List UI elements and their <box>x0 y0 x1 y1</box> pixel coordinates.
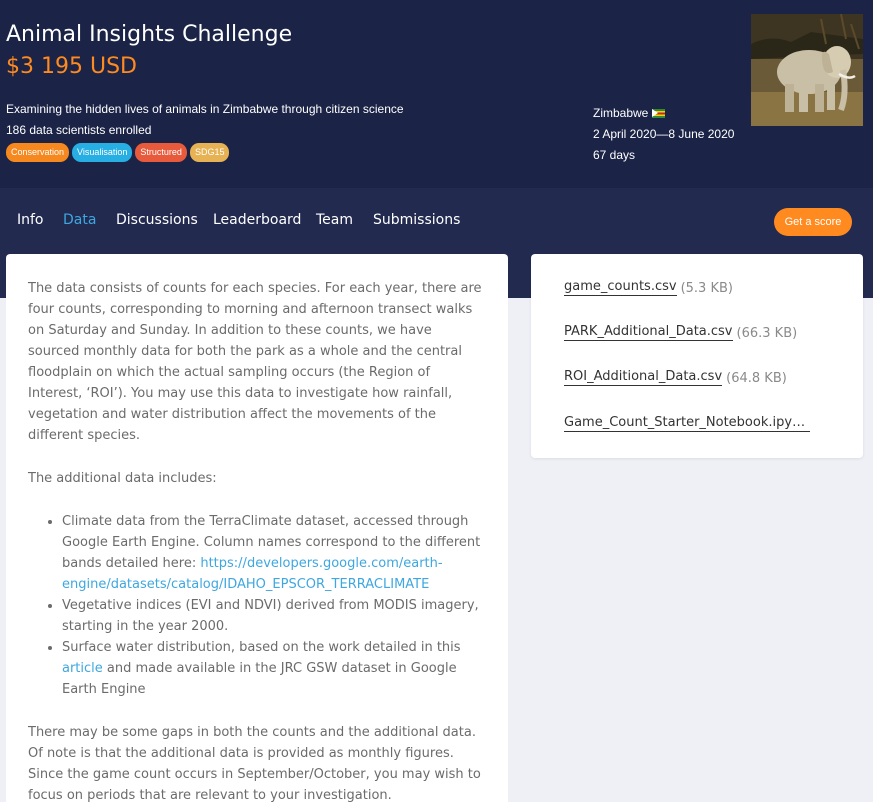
data-gaps-paragraph: There may be some gaps in both the count… <box>28 725 481 802</box>
get-score-button[interactable]: Get a score <box>774 208 852 236</box>
prize-amount: $3 195 USD <box>6 54 137 79</box>
tab-leaderboard[interactable]: Leaderboard <box>213 212 301 228</box>
tag-structured[interactable]: Structured <box>135 143 187 162</box>
additional-data-list: Climate data from the TerraClimate datas… <box>62 511 486 700</box>
tab-data[interactable]: Data <box>63 212 96 228</box>
duration: 67 days <box>593 148 636 162</box>
country-label: Zimbabwe <box>593 106 649 120</box>
file-link[interactable]: ROI_Additional_Data.csv <box>564 369 723 386</box>
list-item: Vegetative indices (EVI and NDVI) derive… <box>62 595 486 637</box>
tag-visualisation[interactable]: Visualisation <box>72 143 133 162</box>
file-item[interactable]: ROI_Additional_Data.csv (64.8 KB) <box>564 369 787 386</box>
tag-sdg15[interactable]: SDG15 <box>189 143 230 162</box>
article-link[interactable]: article <box>62 661 103 676</box>
surface-water-text-end: and made available in the JRC GSW datase… <box>62 661 457 697</box>
data-files-card: game_counts.csv (5.3 KB) PARK_Additional_… <box>531 254 863 458</box>
challenge-description: Examining the hidden lives of animals in… <box>6 102 404 116</box>
list-item: Climate data from the TerraClimate datas… <box>62 511 486 595</box>
challenge-meta: Zimbabwe 2 April 2020—8 June 2020 67 day… <box>593 103 734 166</box>
tag-conservation[interactable]: Conservation <box>6 143 70 162</box>
file-size: (66.3 KB) <box>736 326 798 341</box>
surface-water-text: Surface water distribution, based on the… <box>62 640 461 655</box>
country-row: Zimbabwe <box>593 103 734 124</box>
additional-data-heading: The additional data includes: <box>28 471 217 486</box>
tab-team[interactable]: Team <box>316 212 353 228</box>
tag-list: Conservation Visualisation Structured SD… <box>6 143 230 162</box>
data-intro-paragraph: The data consists of counts for each spe… <box>28 281 482 443</box>
file-link[interactable]: Game_Count_Starter_Notebook.ipynb… <box>564 415 810 432</box>
elephant-image <box>751 14 863 126</box>
file-item[interactable]: game_counts.csv (5.3 KB) <box>564 279 733 296</box>
date-range: 2 April 2020—8 June 2020 <box>593 127 735 141</box>
file-item[interactable]: PARK_Additional_Data.csv (66.3 KB) <box>564 324 797 341</box>
file-item[interactable]: Game_Count_Starter_Notebook.ipynb… <box>564 415 810 432</box>
challenge-header: Animal Insights Challenge $3 195 USD Exa… <box>0 0 873 188</box>
file-link[interactable]: PARK_Additional_Data.csv <box>564 324 733 341</box>
file-size: (5.3 KB) <box>680 281 733 296</box>
enrolled-count: 186 data scientists enrolled <box>6 123 152 137</box>
file-size: (64.8 KB) <box>726 371 787 386</box>
file-link[interactable]: game_counts.csv <box>564 279 677 296</box>
data-description-card: The data consists of counts for each spe… <box>6 254 508 802</box>
tab-submissions[interactable]: Submissions <box>373 212 460 228</box>
challenge-title: Animal Insights Challenge <box>6 22 293 47</box>
tab-discussions[interactable]: Discussions <box>116 212 198 228</box>
tab-info[interactable]: Info <box>17 212 44 228</box>
zimbabwe-flag-icon <box>652 109 666 118</box>
list-item: Surface water distribution, based on the… <box>62 637 486 700</box>
